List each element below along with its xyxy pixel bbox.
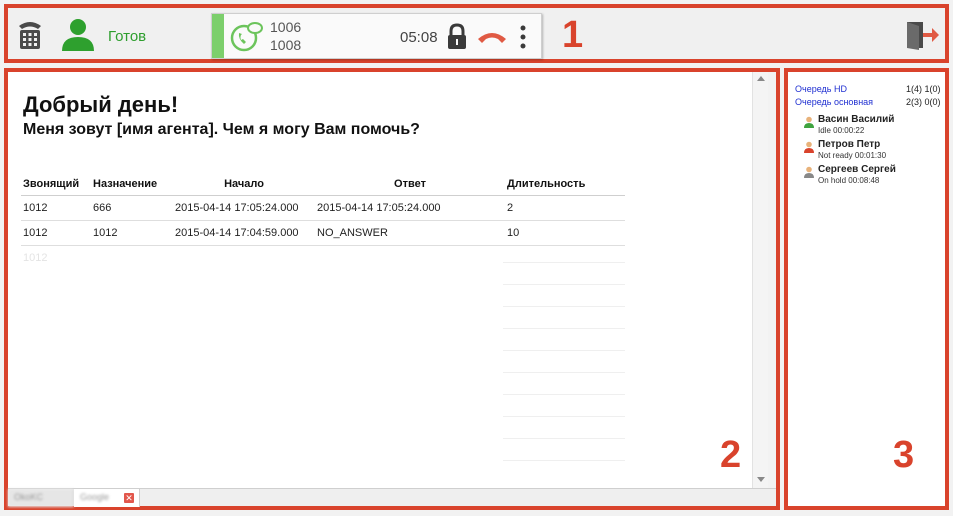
user-icon <box>62 19 94 51</box>
faded-table-remnants <box>503 262 625 472</box>
agent-name: Сергеев Сергей <box>818 164 896 175</box>
agent-status: Not ready 00:01:30 <box>818 151 887 160</box>
lock-icon[interactable] <box>446 23 468 51</box>
phone-chat-icon <box>230 22 263 52</box>
col-destination: Назначение <box>91 174 173 196</box>
cell-answer: NO_ANSWER <box>315 220 505 246</box>
table-row[interactable]: 1012 666 2015-04-14 17:05:24.000 2015-04… <box>21 195 625 221</box>
list-item-agent[interactable]: Петров Петр Not ready 00:01:30 <box>804 139 944 165</box>
cell-caller: 1012 <box>21 220 91 246</box>
top-toolbar: Готов 1006 1008 05:08 <box>8 8 945 59</box>
greeting-subtitle: Меня зовут [имя агента]. Чем я могу Вам … <box>23 121 420 138</box>
tab-label: Google <box>80 492 110 502</box>
agent-name: Васин Василий <box>818 114 895 125</box>
scroll-up-arrow-icon[interactable] <box>757 76 765 81</box>
logout-icon[interactable] <box>905 20 941 50</box>
queue-side-panel: Очередь HD 1(4) 1(0) Очередь основная 2(… <box>788 72 945 506</box>
user-icon <box>804 166 814 178</box>
col-answer: Ответ <box>315 174 505 196</box>
cell-duration: 2 <box>505 195 625 221</box>
hangup-icon[interactable] <box>476 27 508 45</box>
cell-caller: 1012 <box>21 195 91 221</box>
col-caller: Звонящий <box>21 174 91 196</box>
call-history-table: Звонящий Назначение Начало Ответ Длитель… <box>21 174 625 270</box>
col-start: Начало <box>173 174 315 196</box>
queue-link-hd[interactable]: Очередь HD <box>795 84 847 94</box>
phone-keypad-icon[interactable] <box>16 18 44 50</box>
user-icon <box>804 116 814 128</box>
table-header-row: Звонящий Назначение Начало Ответ Длитель… <box>21 174 625 196</box>
close-icon[interactable]: ✕ <box>124 493 134 503</box>
table-row[interactable]: 1012 1012 2015-04-14 17:04:59.000 NO_ANS… <box>21 220 625 246</box>
cell-start: 2015-04-14 17:05:24.000 <box>173 195 315 221</box>
agent-status: On hold 00:08:48 <box>818 176 880 185</box>
greeting-title: Добрый день! <box>23 92 179 117</box>
agent-name: Петров Петр <box>818 139 881 150</box>
cell-caller: 1012 <box>23 252 48 264</box>
tab-first[interactable]: OkoKC <box>8 489 74 507</box>
call-to-number: 1008 <box>270 37 302 53</box>
list-item-agent[interactable]: Васин Василий Idle 00:00:22 <box>804 114 944 140</box>
tab-second[interactable]: Google ✕ <box>74 489 140 507</box>
call-accent-bar <box>212 14 224 58</box>
call-from-number: 1006 <box>270 19 302 35</box>
agent-status: Idle 00:00:22 <box>818 126 865 135</box>
annotation-number-1: 1 <box>562 14 584 56</box>
agent-status-label[interactable]: Готов <box>108 28 146 45</box>
queue-link-main[interactable]: Очередь основная <box>795 97 873 107</box>
main-content-panel: Добрый день! Меня зовут [имя агента]. Че… <box>8 72 768 488</box>
tab-label: OkoKC <box>14 492 44 502</box>
col-duration: Длительность <box>505 174 625 196</box>
browser-tab-bar: OkoKC Google ✕ <box>8 488 776 507</box>
queue-stat-main: 2(3) 0(0) <box>906 97 941 107</box>
main-scrollbar[interactable] <box>752 72 768 488</box>
cell-answer: 2015-04-14 17:05:24.000 <box>315 195 505 221</box>
annotation-number-3: 3 <box>893 434 915 476</box>
cell-start: 2015-04-14 17:04:59.000 <box>173 220 315 246</box>
cell-duration: 10 <box>505 220 625 246</box>
cell-destination: 1012 <box>91 220 173 246</box>
annotation-number-2: 2 <box>720 434 742 476</box>
list-item-agent[interactable]: Сергеев Сергей On hold 00:08:48 <box>804 164 944 190</box>
scroll-down-arrow-icon[interactable] <box>757 477 765 482</box>
queue-stat-hd: 1(4) 1(0) <box>906 84 941 94</box>
cell-destination: 666 <box>91 195 173 221</box>
user-icon <box>804 141 814 153</box>
active-call-widget: 1006 1008 05:08 <box>211 13 542 59</box>
vertical-dots-icon[interactable] <box>518 24 528 50</box>
call-timer: 05:08 <box>400 29 438 46</box>
